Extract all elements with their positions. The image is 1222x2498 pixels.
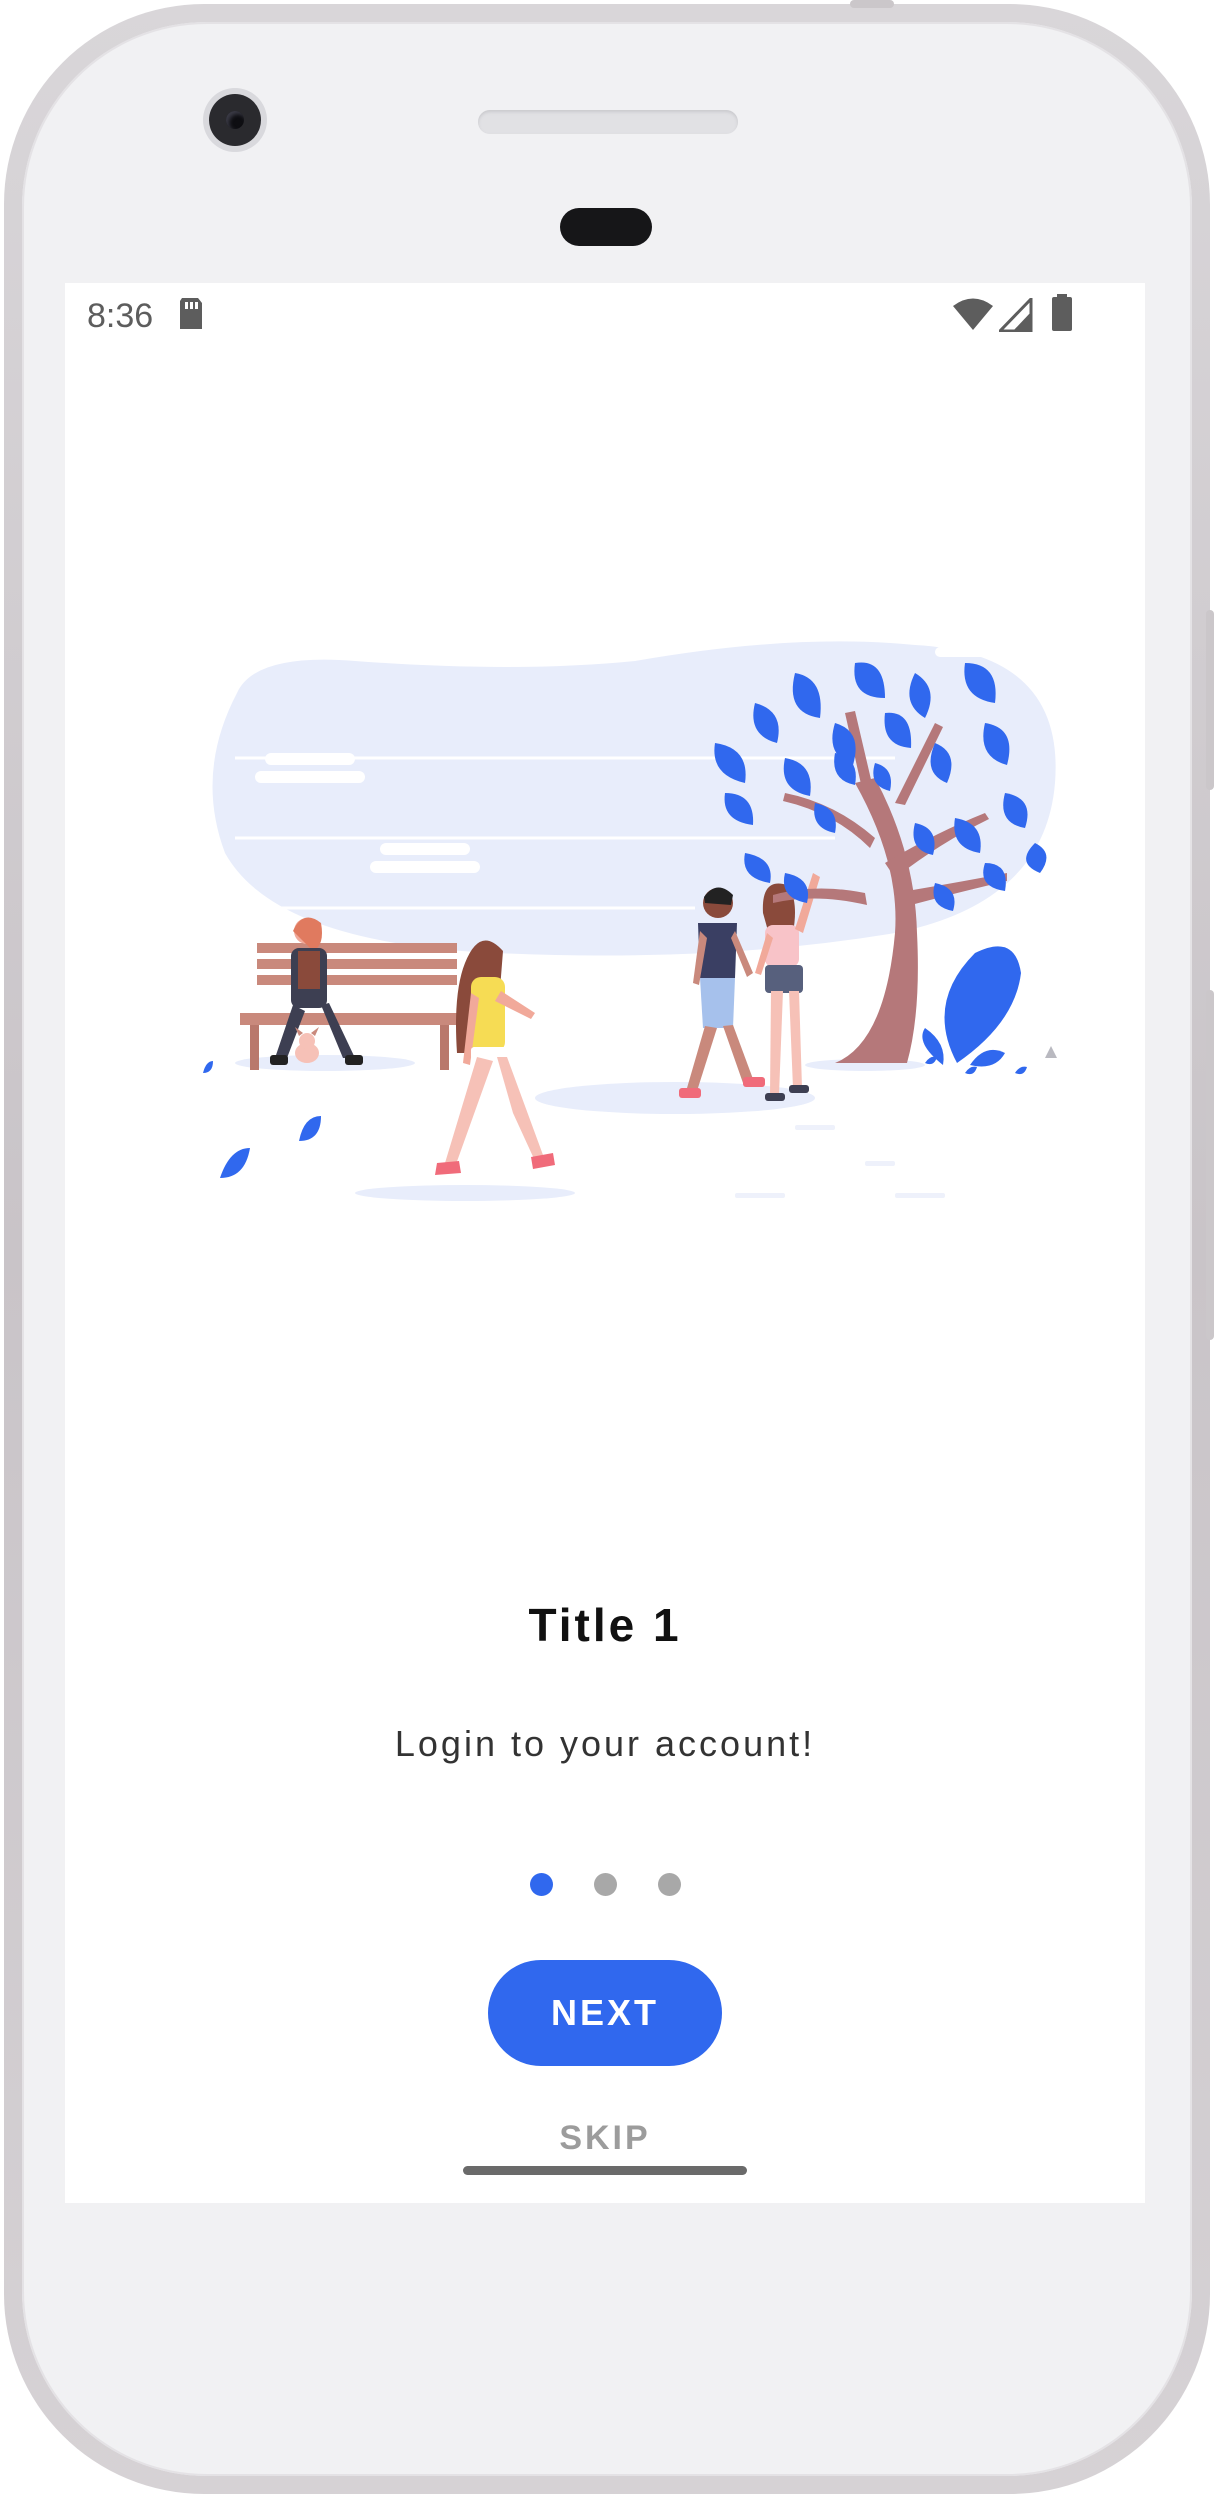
power-button xyxy=(1206,610,1214,790)
front-camera xyxy=(209,94,261,146)
wifi-icon xyxy=(953,297,993,335)
signal-icon xyxy=(996,295,1033,336)
onboarding-illustration xyxy=(195,633,1075,1233)
status-bar: 8:36 xyxy=(65,283,1145,353)
page-indicator-dot-3[interactable] xyxy=(657,1873,681,1896)
battery-icon xyxy=(1051,294,1073,336)
skip-button[interactable]: SKIP xyxy=(505,2113,705,2163)
top-button xyxy=(850,0,894,8)
next-button[interactable]: NEXT xyxy=(488,1960,722,2066)
status-time: 8:36 xyxy=(87,297,154,335)
page-indicator xyxy=(65,1873,1145,1896)
earpiece-speaker xyxy=(478,110,738,134)
volume-button xyxy=(1206,990,1214,1340)
sd-card-icon xyxy=(178,295,204,337)
page-indicator-dot-1[interactable] xyxy=(529,1873,553,1896)
home-indicator[interactable] xyxy=(463,2166,747,2175)
proximity-sensor xyxy=(560,208,652,246)
page-title: Title 1 xyxy=(528,1599,682,1651)
screen: 8:36 Title 1 Login to your account! NEXT… xyxy=(65,283,1145,2203)
page-subtitle: Login to your account! xyxy=(394,1723,816,1764)
page-indicator-dot-2[interactable] xyxy=(593,1873,617,1896)
